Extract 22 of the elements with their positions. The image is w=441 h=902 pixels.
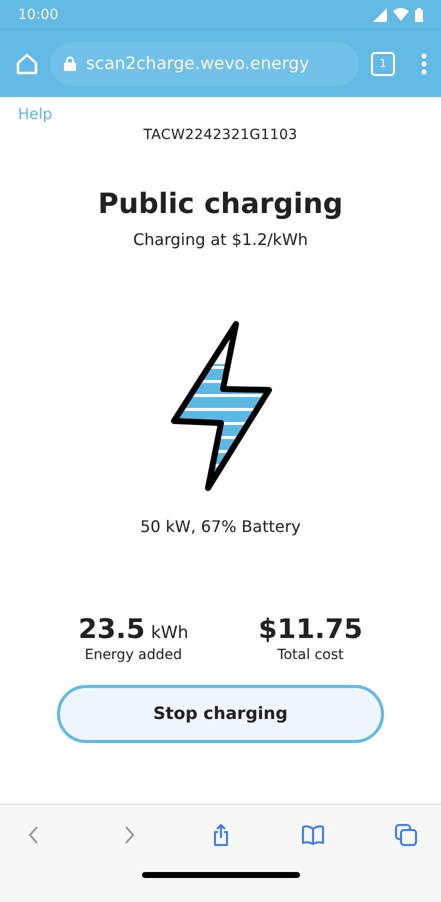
- tab-count-button[interactable]: 1: [371, 52, 395, 76]
- stat-unit: kWh: [150, 623, 188, 643]
- charging-rate: Charging at $1.2/kWh: [133, 230, 308, 249]
- stop-charging-button[interactable]: Stop charging: [57, 685, 384, 743]
- charging-status: 50 kW, 67% Battery: [140, 517, 301, 536]
- page-title: Public charging: [98, 187, 343, 220]
- menu-icon[interactable]: [421, 52, 427, 74]
- stat-label: Total cost: [277, 647, 344, 663]
- tabs-icon[interactable]: [395, 824, 417, 846]
- wifi-icon: [393, 8, 409, 21]
- stat-value: $11.75: [258, 614, 363, 645]
- url-field[interactable]: scan2charge.wevo.energy: [50, 42, 359, 86]
- lock-icon: [64, 56, 76, 71]
- signal-icon: [373, 8, 387, 22]
- help-link[interactable]: Help: [18, 105, 52, 123]
- home-icon[interactable]: [16, 52, 38, 74]
- charger-id: TACW2242321G1103: [143, 127, 298, 143]
- stat-value: 23.5: [78, 614, 145, 645]
- status-time: 10:00: [18, 7, 58, 23]
- book-icon[interactable]: [302, 824, 324, 846]
- stat-label: Energy added: [84, 647, 182, 663]
- battery-icon: [415, 8, 423, 22]
